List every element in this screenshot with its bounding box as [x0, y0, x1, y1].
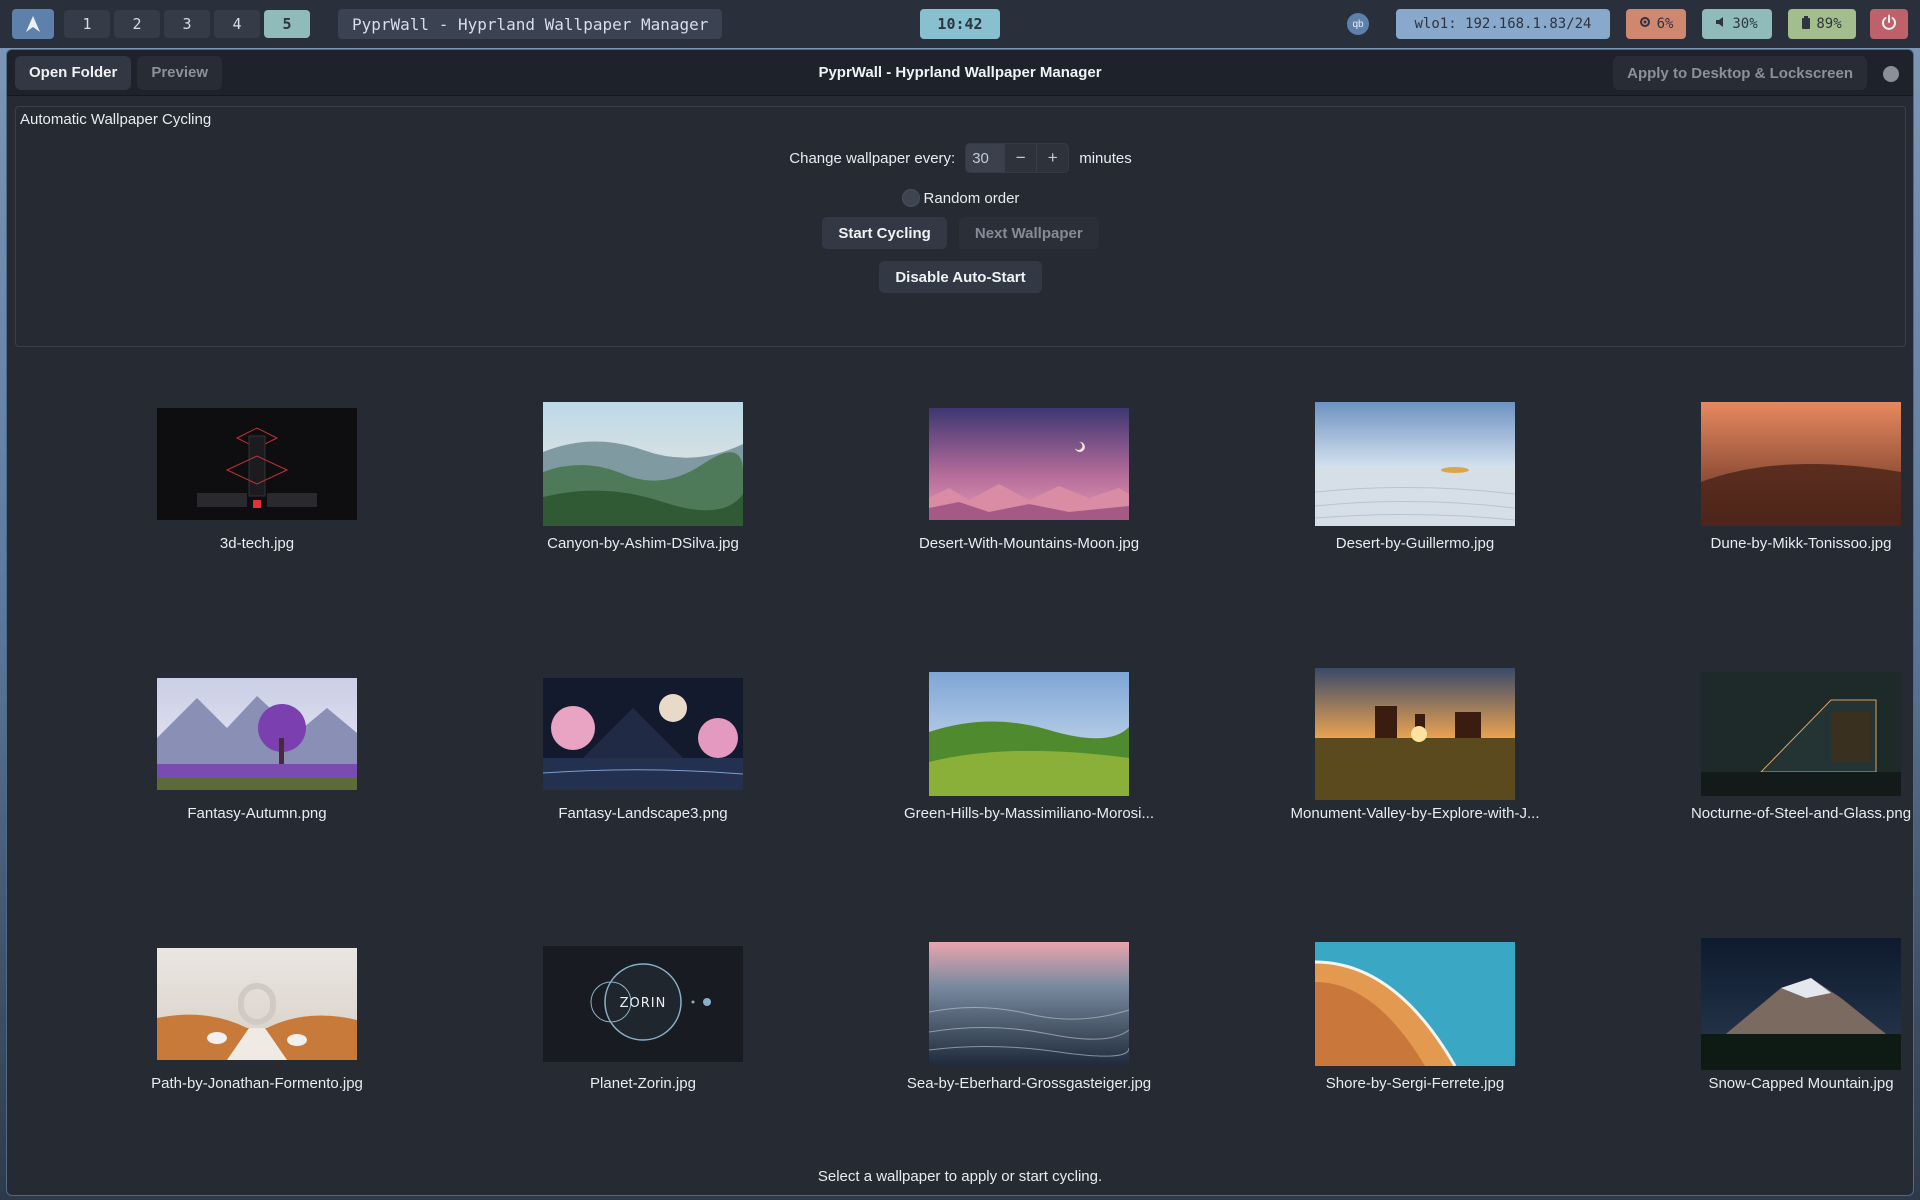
wallpaper-tile[interactable]: ZORIN Planet-Zorin.jpg	[453, 890, 833, 1110]
wallpaper-filename: Green-Hills-by-Massimiliano-Morosi...	[903, 805, 1155, 822]
battery-label: 89%	[1816, 16, 1842, 32]
wallpaper-thumbnail[interactable]	[929, 408, 1129, 520]
volume-label: 30%	[1732, 16, 1758, 32]
cycling-frame-title: Automatic Wallpaper Cycling	[20, 111, 212, 128]
disable-autostart-button[interactable]: Disable Auto-Start	[879, 261, 1042, 293]
workspace-5[interactable]: 5	[264, 10, 310, 38]
workspace-4[interactable]: 4	[214, 10, 260, 38]
wallpaper-filename: Desert-With-Mountains-Moon.jpg	[918, 535, 1140, 552]
cycle-buttons-row: Start Cycling Next Wallpaper	[16, 217, 1905, 249]
wallpaper-tile[interactable]: Nocturne-of-Steel-and-Glass.png	[1611, 620, 1913, 840]
wallpaper-thumbnail[interactable]	[157, 408, 357, 520]
increment-button[interactable]: +	[1036, 144, 1068, 172]
wallpaper-thumbnail[interactable]	[157, 678, 357, 790]
header-bar: Open Folder Preview PyprWall - Hyprland …	[7, 50, 1913, 96]
workspace-3[interactable]: 3	[164, 10, 210, 38]
window-close-button[interactable]	[1883, 66, 1899, 82]
wallpaper-tile[interactable]: Sea-by-Eberhard-Grossgasteiger.jpg	[839, 890, 1219, 1110]
arch-logo-icon[interactable]	[12, 9, 54, 39]
wallpaper-tile[interactable]: Desert-With-Mountains-Moon.jpg	[839, 350, 1219, 570]
battery-indicator[interactable]: 89%	[1788, 9, 1856, 39]
next-wallpaper-button[interactable]: Next Wallpaper	[958, 217, 1099, 249]
wallpaper-tile[interactable]: Fantasy-Landscape3.png	[453, 620, 833, 840]
cpu-indicator[interactable]: 6%	[1626, 9, 1686, 39]
random-order-label[interactable]: Random order	[924, 190, 1020, 207]
wallpaper-thumbnail[interactable]	[1315, 668, 1515, 800]
wallpaper-thumbnail[interactable]	[543, 678, 743, 790]
wallpaper-thumbnail[interactable]	[1315, 942, 1515, 1066]
wallpaper-grid: 3d-tech.jpg Canyon-by-Ashim-DSilva.jpg D…	[7, 350, 1913, 1170]
wallpaper-filename: Planet-Zorin.jpg	[590, 1075, 696, 1092]
wallpaper-thumbnail[interactable]	[543, 402, 743, 526]
interval-unit: minutes	[1079, 149, 1132, 167]
workspace-1[interactable]: 1	[64, 10, 110, 38]
wallpaper-thumbnail[interactable]	[929, 942, 1129, 1066]
wallpaper-thumbnail[interactable]	[157, 948, 357, 1060]
wallpaper-thumbnail[interactable]	[1701, 672, 1901, 796]
workspace-2[interactable]: 2	[114, 10, 160, 38]
random-order-checkbox[interactable]	[901, 189, 920, 207]
wallpaper-filename: Nocturne-of-Steel-and-Glass.png	[1690, 805, 1912, 822]
power-button[interactable]	[1870, 9, 1908, 39]
cpu-label: 6%	[1656, 16, 1674, 32]
cycling-frame: Automatic Wallpaper Cycling Change wallp…	[15, 106, 1906, 347]
wallpaper-filename: Dune-by-Mikk-Tonissoo.jpg	[1710, 535, 1892, 552]
wallpaper-tile[interactable]: Green-Hills-by-Massimiliano-Morosi...	[839, 620, 1219, 840]
top-bar: 1 2 3 4 5 PyprWall - Hyprland Wallpaper …	[0, 0, 1920, 48]
start-cycling-button[interactable]: Start Cycling	[822, 217, 947, 249]
clock[interactable]: 10:42	[920, 9, 1000, 39]
random-row: Random order	[16, 189, 1905, 207]
power-icon	[1881, 14, 1897, 34]
preview-button[interactable]: Preview	[137, 55, 223, 90]
wallpaper-thumbnail[interactable]	[1701, 402, 1901, 526]
status-bar-text: Select a wallpaper to apply or start cyc…	[817, 1168, 1103, 1185]
pyprwall-window: Open Folder Preview PyprWall - Hyprland …	[6, 49, 1914, 1196]
interval-value[interactable]: 30	[966, 144, 1005, 172]
wallpaper-filename: Path-by-Jonathan-Formento.jpg	[151, 1075, 363, 1092]
wallpaper-filename: Sea-by-Eberhard-Grossgasteiger.jpg	[906, 1075, 1152, 1092]
tray-app-icon[interactable]: qb	[1347, 13, 1369, 35]
wallpaper-tile[interactable]: Monument-Valley-by-Explore-with-J...	[1225, 620, 1605, 840]
svg-text:ZORIN: ZORIN	[620, 996, 667, 1011]
wallpaper-tile[interactable]: Snow-Capped Mountain.jpg	[1611, 890, 1913, 1110]
wallpaper-thumbnail[interactable]	[1315, 402, 1515, 526]
wallpaper-tile[interactable]: Canyon-by-Ashim-DSilva.jpg	[453, 350, 833, 570]
open-folder-button[interactable]: Open Folder	[15, 55, 132, 90]
wallpaper-filename: Monument-Valley-by-Explore-with-J...	[1290, 805, 1540, 822]
wallpaper-tile[interactable]: Dune-by-Mikk-Tonissoo.jpg	[1611, 350, 1913, 570]
wallpaper-tile[interactable]: 3d-tech.jpg	[67, 350, 447, 570]
apply-button[interactable]: Apply to Desktop & Lockscreen	[1613, 56, 1867, 90]
wallpaper-tile[interactable]: Shore-by-Sergi-Ferrete.jpg	[1225, 890, 1605, 1110]
wallpaper-filename: Fantasy-Autumn.png	[187, 805, 327, 822]
wallpaper-tile[interactable]: Desert-by-Guillermo.jpg	[1225, 350, 1605, 570]
wallpaper-thumbnail[interactable]	[1701, 938, 1901, 1070]
decrement-button[interactable]: −	[1004, 144, 1036, 172]
wallpaper-thumbnail[interactable]	[929, 672, 1129, 796]
wallpaper-filename: Desert-by-Guillermo.jpg	[1335, 535, 1495, 552]
wallpaper-filename: Fantasy-Landscape3.png	[558, 805, 728, 822]
speaker-icon	[1716, 16, 1726, 32]
wallpaper-filename: Snow-Capped Mountain.jpg	[1708, 1075, 1894, 1092]
autostart-row: Disable Auto-Start	[16, 261, 1905, 293]
interval-row: Change wallpaper every: 30 − + minutes	[16, 143, 1905, 173]
wallpaper-tile[interactable]: Path-by-Jonathan-Formento.jpg	[67, 890, 447, 1110]
battery-icon	[1802, 15, 1811, 33]
wallpaper-tile[interactable]: Fantasy-Autumn.png	[67, 620, 447, 840]
wallpaper-thumbnail[interactable]: ZORIN	[543, 946, 743, 1062]
network-label: wlo1: 192.168.1.83/24	[1414, 16, 1592, 32]
wallpaper-filename: Canyon-by-Ashim-DSilva.jpg	[547, 535, 739, 552]
interval-spinner[interactable]: 30 − +	[965, 143, 1070, 173]
cpu-icon	[1639, 16, 1651, 32]
wallpaper-filename: 3d-tech.jpg	[219, 535, 295, 552]
volume-indicator[interactable]: 30%	[1702, 9, 1772, 39]
active-window-title: PyprWall - Hyprland Wallpaper Manager	[338, 9, 723, 39]
network-indicator[interactable]: wlo1: 192.168.1.83/24	[1396, 9, 1610, 39]
wallpaper-filename: Shore-by-Sergi-Ferrete.jpg	[1325, 1075, 1505, 1092]
interval-label: Change wallpaper every:	[789, 149, 956, 167]
